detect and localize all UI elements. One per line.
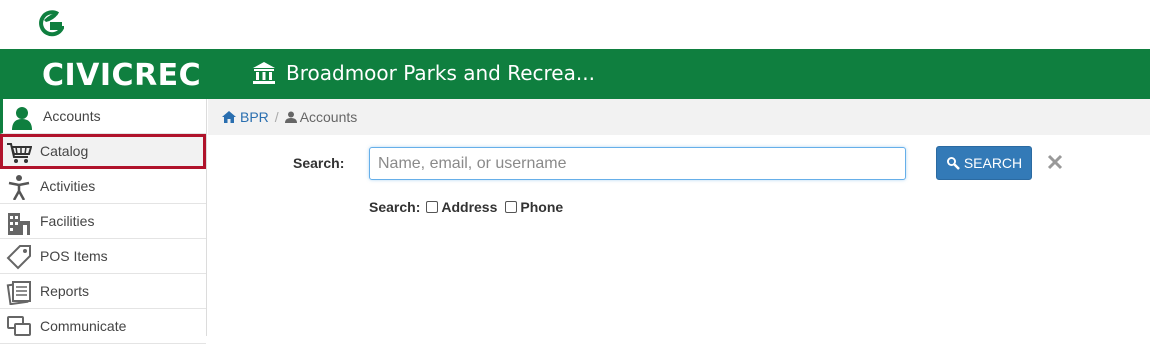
person-icon bbox=[284, 111, 297, 123]
brand-name[interactable]: CIVICREC bbox=[42, 58, 201, 93]
organization-name: Broadmoor Parks and Recrea... bbox=[286, 61, 595, 85]
breadcrumb-current-label: Accounts bbox=[299, 109, 358, 125]
sidebar-item-catalog[interactable]: Catalog bbox=[0, 134, 206, 169]
phone-checkbox-label: Phone bbox=[520, 199, 564, 215]
home-icon bbox=[222, 111, 236, 123]
search-icon bbox=[946, 157, 960, 170]
search-button[interactable]: SEARCH bbox=[936, 146, 1032, 180]
sidebar-item-label: Activities bbox=[40, 178, 96, 194]
breadcrumb-separator: / bbox=[274, 109, 279, 125]
sidebar-item-label: Communicate bbox=[40, 318, 127, 334]
app-header: CIVICREC Broadmoor Parks and Recrea... bbox=[0, 49, 1150, 99]
breadcrumb-current: Accounts bbox=[284, 109, 358, 125]
sidebar-item-activities[interactable]: Activities bbox=[0, 169, 206, 204]
phone-checkbox[interactable] bbox=[505, 201, 518, 213]
person-icon bbox=[12, 107, 32, 130]
search-options: Search: Address Phone bbox=[369, 199, 569, 215]
sidebar-item-label: Facilities bbox=[40, 213, 95, 229]
sidebar-item-label: Catalog bbox=[40, 143, 89, 159]
address-checkbox[interactable] bbox=[426, 201, 439, 213]
sidebar-item-label: Reports bbox=[40, 283, 90, 299]
sidebar-item-label: POS Items bbox=[40, 248, 108, 264]
sidebar-item-accounts[interactable]: Accounts bbox=[0, 99, 206, 134]
chat-icon bbox=[7, 316, 31, 336]
building-icon bbox=[8, 213, 30, 235]
civicrec-logo-icon[interactable] bbox=[38, 10, 64, 38]
sidebar-item-pos-items[interactable]: POS Items bbox=[0, 239, 206, 274]
search-input[interactable] bbox=[369, 147, 906, 180]
activity-person-icon bbox=[8, 175, 30, 200]
breadcrumb-home[interactable]: BPR bbox=[222, 109, 269, 125]
search-options-label: Search: bbox=[369, 199, 421, 215]
close-icon[interactable] bbox=[1045, 151, 1065, 173]
sidebar-item-label: Accounts bbox=[43, 108, 101, 124]
sidebar-item-facilities[interactable]: Facilities bbox=[0, 204, 206, 239]
breadcrumb: BPR / Accounts bbox=[208, 99, 1150, 135]
sidebar: Accounts Catalog Activities Facilities P… bbox=[0, 99, 207, 344]
reports-icon bbox=[6, 281, 31, 305]
cart-icon bbox=[7, 143, 32, 163]
institution-icon bbox=[253, 62, 275, 84]
sidebar-item-reports[interactable]: Reports bbox=[0, 274, 206, 309]
search-label: Search: bbox=[293, 155, 345, 171]
sidebar-item-communicate[interactable]: Communicate bbox=[0, 309, 206, 344]
address-checkbox-label: Address bbox=[441, 199, 498, 215]
tag-icon bbox=[6, 245, 31, 270]
breadcrumb-home-label: BPR bbox=[240, 109, 269, 125]
organization-selector[interactable]: Broadmoor Parks and Recrea... bbox=[252, 61, 595, 85]
search-button-label: SEARCH bbox=[963, 155, 1023, 171]
top-strip bbox=[0, 0, 1150, 49]
